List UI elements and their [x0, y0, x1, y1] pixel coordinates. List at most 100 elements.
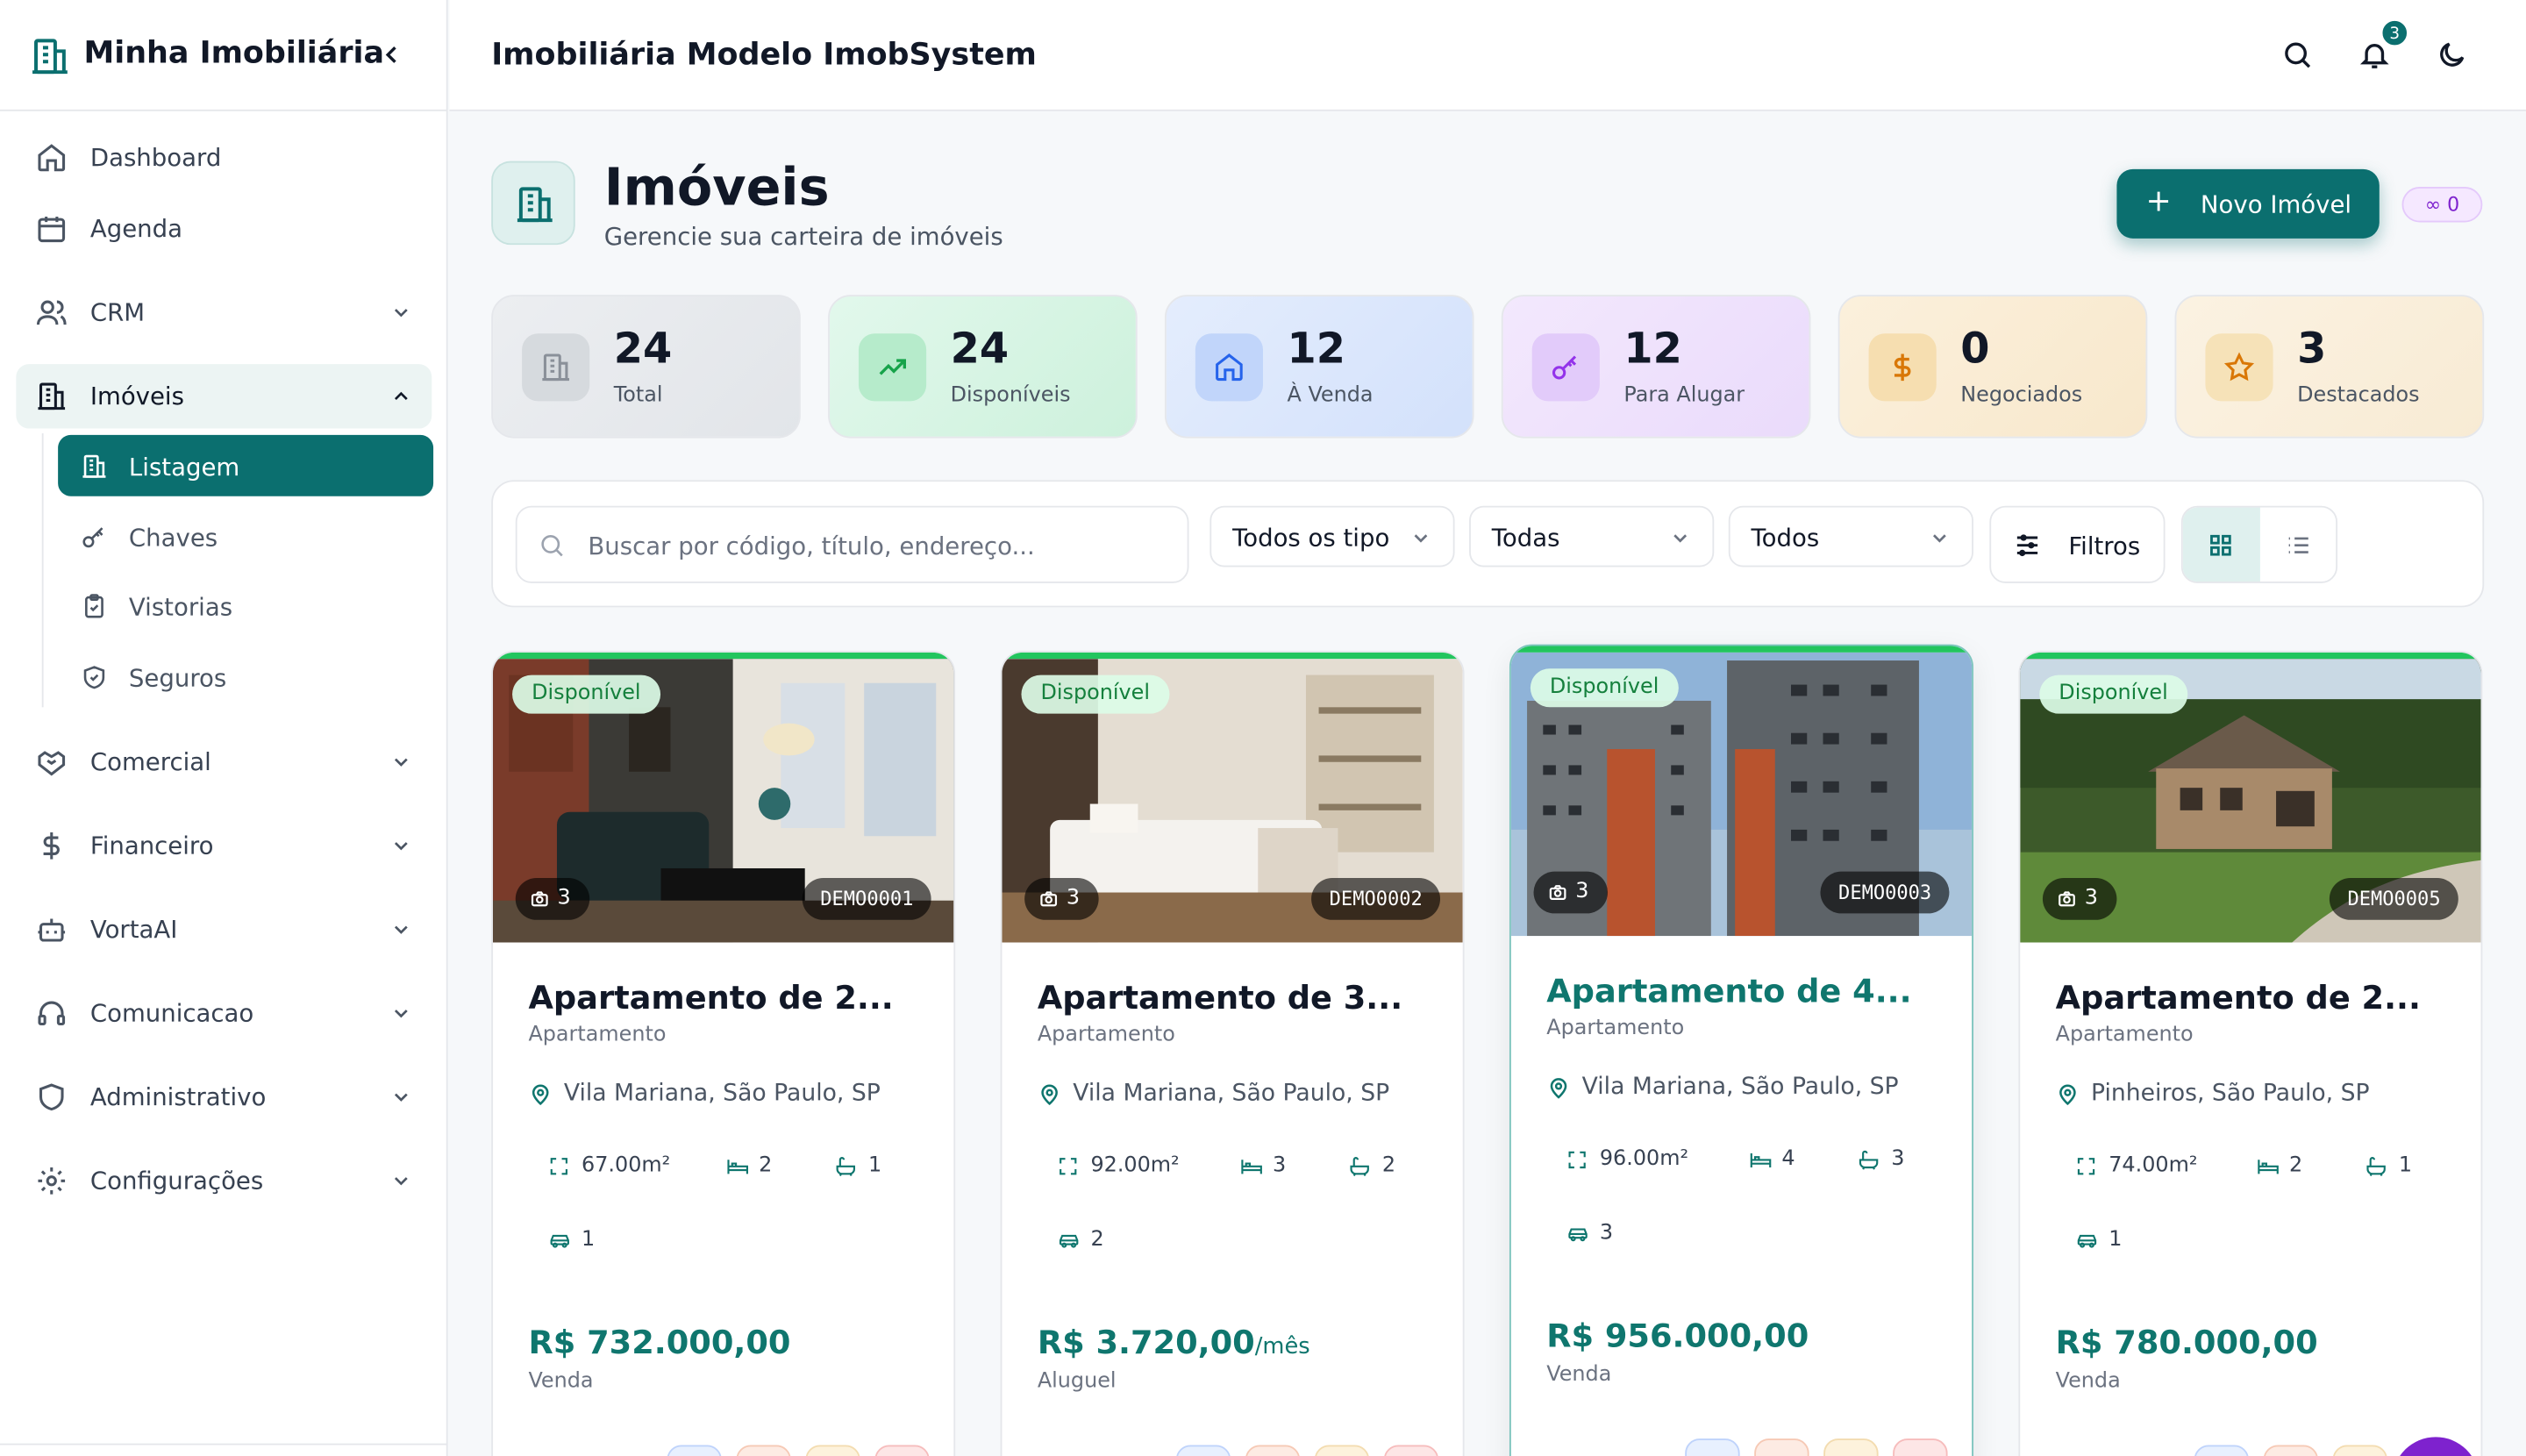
chevron-down-icon	[1414, 534, 1428, 543]
price-value: R$ 3.720,00	[1037, 1322, 1255, 1362]
chevron-down-icon	[394, 1177, 408, 1186]
brand-name: Minha Imobiliária	[83, 35, 385, 71]
property-code: DEMO0002	[1311, 878, 1441, 920]
location-text: Pinheiros, São Paulo, SP	[2091, 1081, 2370, 1107]
sidebar-item-label: VortaAI	[89, 915, 178, 945]
delete-button[interactable]	[1893, 1438, 1948, 1456]
sidebar-subitem-seguros[interactable]: Seguros	[58, 646, 433, 708]
sidebar-item-label: Agenda	[89, 214, 182, 244]
view-button[interactable]	[2194, 1445, 2250, 1456]
view-button[interactable]	[1685, 1438, 1740, 1456]
feature-button[interactable]	[2332, 1445, 2387, 1456]
location-text: Vila Mariana, São Paulo, SP	[1073, 1081, 1390, 1107]
stat-card-negociados[interactable]: 0 Negociados	[1837, 295, 2148, 439]
property-title: Apartamento de 2...	[528, 977, 894, 1017]
map-pin-icon	[2059, 1084, 2076, 1106]
feature-button[interactable]	[1823, 1438, 1879, 1456]
filters-button[interactable]: Filtros	[1989, 505, 2166, 583]
divider	[0, 1443, 448, 1445]
sidebar-subitem-listagem[interactable]: Listagem	[58, 434, 434, 496]
sidebar-item-label: Comunicacao	[89, 998, 254, 1028]
photo-count-value: 3	[557, 886, 571, 910]
purpose-select-value: Todos	[1751, 523, 1820, 553]
edit-button[interactable]	[736, 1445, 791, 1456]
sidebar-subitem-chaves[interactable]: Chaves	[58, 506, 433, 567]
purpose-select[interactable]: Todos	[1728, 505, 1973, 567]
bath-value: 2	[1381, 1153, 1396, 1178]
sidebar-item-vortaai[interactable]: VortaAI	[16, 897, 432, 961]
edit-button[interactable]	[1245, 1445, 1301, 1456]
sidebar-item-comercial[interactable]: Comercial	[16, 730, 432, 794]
sidebar-item-comunicacao[interactable]: Comunicacao	[16, 981, 432, 1046]
list-icon	[2288, 537, 2308, 553]
photo-count: 3	[1533, 871, 1609, 914]
type-select[interactable]: Todos os tipo	[1209, 505, 1455, 567]
moon-icon[interactable]	[2436, 39, 2468, 71]
stat-label: Destacados	[2297, 383, 2420, 408]
edit-button[interactable]	[1754, 1438, 1809, 1456]
view-button[interactable]	[1175, 1445, 1231, 1456]
search-icon[interactable]	[2281, 39, 2314, 71]
stat-icon-box	[522, 333, 590, 402]
stat-card-alugar[interactable]: 12 Para Alugar	[1501, 295, 1811, 439]
sidebar-subitem-label: Seguros	[128, 663, 227, 693]
chevron-left-icon[interactable]	[377, 40, 406, 69]
plus-icon: +	[2145, 183, 2172, 219]
stat-card-venda[interactable]: 12 À Venda	[1164, 295, 1474, 439]
sidebar-item-agenda[interactable]: Agenda	[16, 196, 432, 261]
chevron-up-icon	[394, 391, 408, 400]
stat-card-disponiveis[interactable]: 24 Disponíveis	[828, 295, 1138, 439]
key-icon	[82, 527, 103, 548]
edit-button[interactable]	[2263, 1445, 2319, 1456]
sidebar-item-administrativo[interactable]: Administrativo	[16, 1065, 432, 1129]
photo-count: 3	[2042, 878, 2117, 920]
sidebar-item-configuracoes[interactable]: Configurações	[16, 1149, 432, 1213]
list-view-button[interactable]	[2260, 508, 2336, 582]
handshake-icon	[38, 751, 66, 776]
parking-value: 3	[1599, 1221, 1614, 1245]
delete-button[interactable]	[1383, 1445, 1439, 1456]
sidebar-item-dashboard[interactable]: Dashboard	[16, 125, 432, 189]
property-card[interactable]: Disponível 3 DEMO0002 Apartamento de 3..…	[1000, 651, 1465, 1456]
stat-card-destacados[interactable]: 3 Destacados	[2174, 295, 2485, 439]
sidebar-item-imoveis[interactable]: Imóveis	[16, 364, 432, 429]
building-icon	[542, 353, 569, 382]
purpose-label: Venda	[1546, 1362, 1612, 1388]
bath-value: 1	[2398, 1153, 2413, 1178]
bed-value: 4	[1781, 1146, 1795, 1172]
property-card[interactable]: Disponível 3 DEMO0005 Apartamento de 2..…	[2018, 651, 2483, 1456]
bed-icon	[727, 1160, 748, 1174]
stat-label: Total	[613, 383, 663, 408]
sidebar-item-label: Comercial	[89, 747, 211, 777]
property-card[interactable]: Disponível 3 DEMO0003 Apartamento de 4..…	[1509, 644, 1973, 1456]
view-button[interactable]	[667, 1445, 722, 1456]
bed-icon	[1241, 1160, 1262, 1174]
stat-label: À Venda	[1287, 383, 1374, 408]
search-input[interactable]: Buscar por código, título, endereço...	[515, 505, 1189, 583]
bot-icon	[38, 918, 66, 942]
sidebar-subitem-vistorias[interactable]: Vistorias	[58, 575, 433, 637]
sidebar-subitem-label: Vistorias	[128, 592, 233, 622]
sidebar-subitem-label: Listagem	[128, 453, 240, 482]
feature-button[interactable]	[805, 1445, 860, 1456]
stat-card-total[interactable]: 24 Total	[491, 295, 801, 439]
submenu-line	[41, 433, 44, 708]
chevron-down-icon	[394, 925, 408, 934]
sidebar-item-financeiro[interactable]: Financeiro	[16, 814, 432, 878]
grid-view-button[interactable]	[2182, 507, 2260, 582]
property-card[interactable]: Disponível 3 DEMO0001 Apartamento de 2..…	[491, 651, 956, 1456]
delete-button[interactable]	[874, 1445, 930, 1456]
status-select[interactable]: Todas	[1469, 505, 1715, 567]
photo-count-value: 3	[2084, 886, 2098, 910]
sidebar-item-crm[interactable]: CRM	[16, 281, 432, 345]
photo-count-value: 3	[1575, 879, 1589, 904]
new-property-button[interactable]: + Novo Imóvel	[2116, 168, 2380, 239]
chevron-down-icon	[394, 758, 408, 767]
chevron-down-icon	[394, 1093, 408, 1102]
dollar-icon	[43, 831, 60, 860]
stat-value: 3	[2297, 325, 2327, 375]
chevron-down-icon	[394, 309, 408, 318]
parking-value: 1	[582, 1227, 596, 1253]
users-icon	[36, 300, 67, 325]
feature-button[interactable]	[1314, 1445, 1370, 1456]
